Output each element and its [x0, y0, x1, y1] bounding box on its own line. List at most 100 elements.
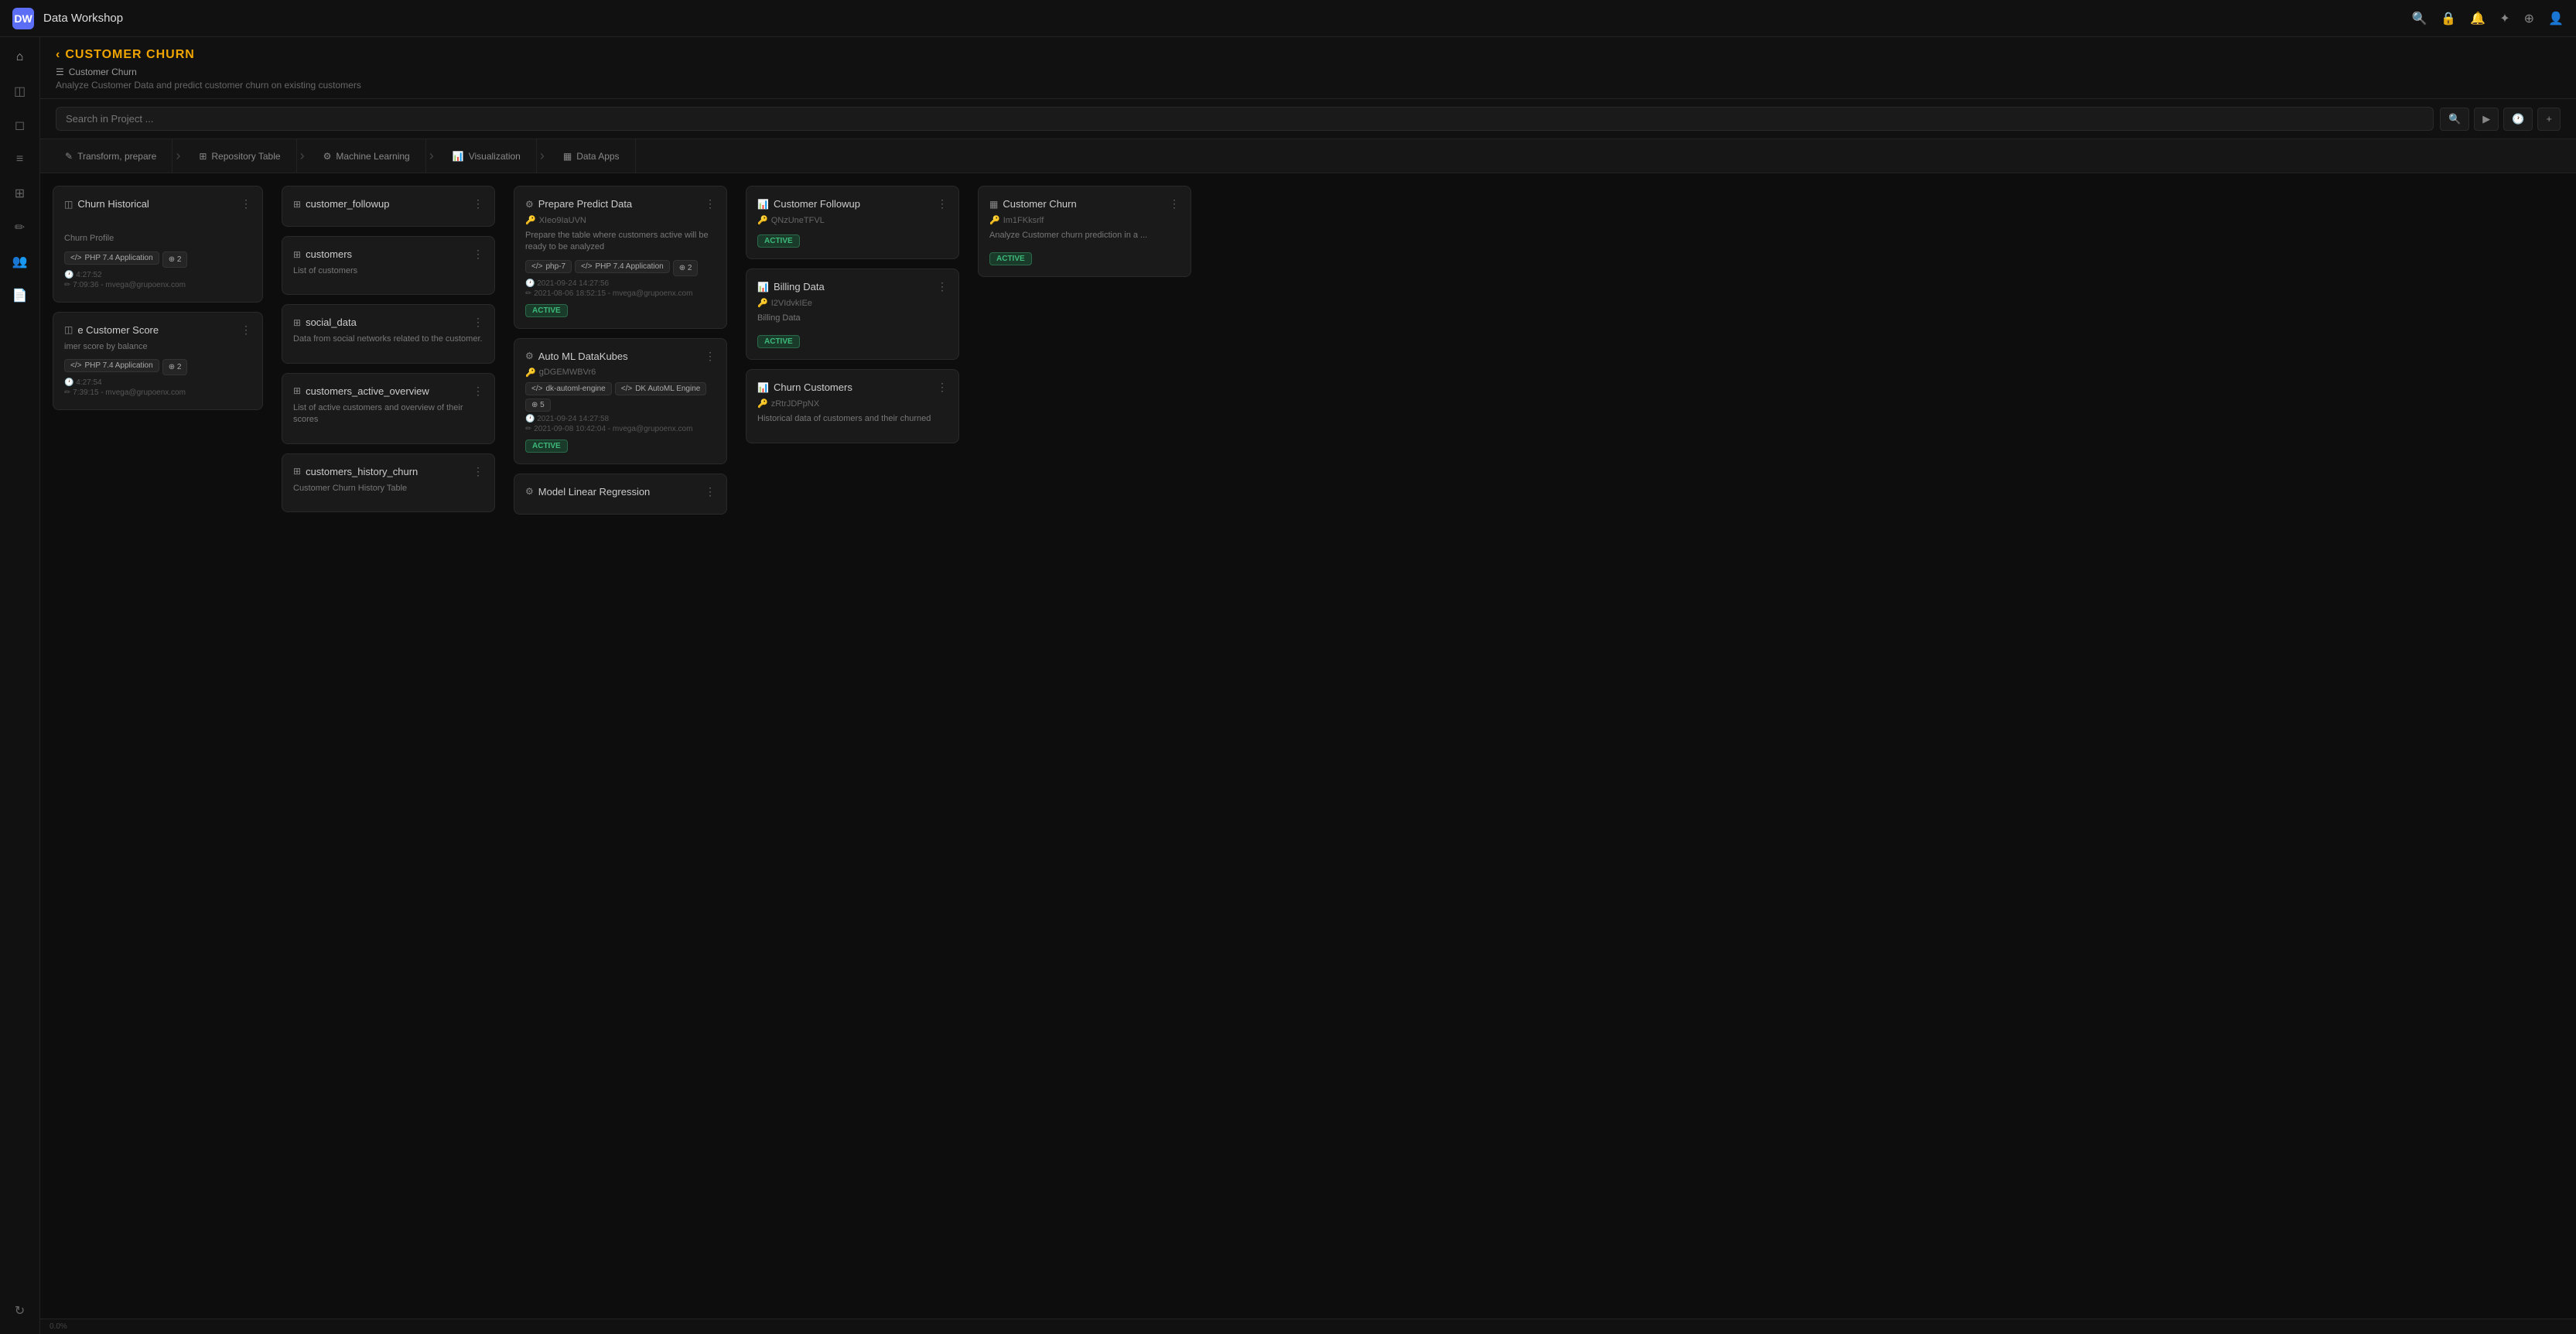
search-actions: 🔍 ▶ 🕐 +: [2440, 108, 2561, 131]
card-menu-automl[interactable]: ⋮: [705, 350, 716, 363]
navbar: DW Data Workshop 🔍 🔒 🔔 ✦ ⊕ 👤: [0, 0, 2576, 37]
integrations-icon[interactable]: ⊕: [2524, 11, 2534, 26]
search-icon[interactable]: 🔍: [2412, 11, 2427, 26]
sidebar-item-users[interactable]: 👥: [6, 248, 34, 275]
card-menu-active[interactable]: ⋮: [473, 385, 483, 398]
arrow-icon-2: ›: [300, 148, 305, 164]
app-logo[interactable]: DW: [12, 8, 34, 29]
project-description: Analyze Customer Data and predict custom…: [56, 80, 2561, 91]
card-menu-history[interactable]: ⋮: [473, 465, 483, 478]
code-icon-prepare2: </>: [581, 262, 592, 271]
card-automl[interactable]: ⚙ Auto ML DataKubes ⋮ 🔑 gDGEMWBVr6 </> d…: [514, 338, 727, 464]
vis-icon: 📊: [453, 151, 464, 162]
tab-dataapps[interactable]: ▦ Data Apps: [548, 139, 636, 173]
tab-visualization[interactable]: 📊 Visualization: [437, 139, 537, 173]
card-menu-followup[interactable]: ⋮: [473, 197, 483, 210]
card-prepare-predict[interactable]: ⚙ Prepare Predict Data ⋮ 🔑 XIeo9IaUVN Pr…: [514, 186, 727, 329]
card-social-data[interactable]: ⊞ social_data ⋮ Data from social network…: [282, 304, 495, 363]
code-icon: </>: [70, 254, 81, 262]
card-title-customers: customers: [306, 248, 352, 260]
key-icon-customer-churn-app: 🔑: [989, 215, 1000, 225]
main-layout: ⌂ ◫ ◻ ≡ ⊞ ✏ 👥 📄 ↻ ‹ CUSTOMER CHURN ☰ Cus…: [0, 37, 2576, 1334]
ml-icon-regression: ⚙: [525, 486, 534, 497]
card-title-churn-historical: Churn Historical: [77, 198, 149, 210]
card-linear-regression[interactable]: ⚙ Model Linear Regression ⋮: [514, 474, 727, 515]
card-menu-customer-score[interactable]: ⋮: [241, 323, 251, 337]
time2-historical: ✏ 7:09:36 - mvega@grupoenx.com: [64, 281, 251, 289]
card-id-churn-customers: 🔑 zRtrJDPpNX: [757, 398, 948, 409]
card-desc-social: Data from social networks related to the…: [293, 334, 483, 345]
card-desc-prepare: Prepare the table where customers active…: [525, 230, 716, 254]
table-icon-customers: ⊞: [293, 249, 301, 260]
card-churn-historical[interactable]: ◫ Churn Historical ⋮ Churn Profile </> P…: [53, 186, 263, 303]
run-button[interactable]: ▶: [2474, 108, 2499, 131]
sidebar-item-grid[interactable]: ⊞: [6, 180, 34, 207]
search-button[interactable]: 🔍: [2440, 108, 2469, 131]
sidebar-bottom: ↻: [6, 1297, 34, 1334]
card-billing-data[interactable]: 📊 Billing Data ⋮ 🔑 I2VIdvkIEe Billing Da…: [746, 269, 959, 360]
card-menu-billing[interactable]: ⋮: [937, 280, 948, 293]
table-icon-followup: ⊞: [293, 199, 301, 210]
card-desc-customers: List of customers: [293, 265, 483, 277]
content-area: ‹ CUSTOMER CHURN ☰ Customer Churn Analyz…: [40, 37, 2576, 1334]
card-menu-churn-historical[interactable]: ⋮: [241, 197, 251, 210]
search-bar: 🔍 ▶ 🕐 +: [40, 99, 2576, 139]
card-churn-customers[interactable]: 📊 Churn Customers ⋮ 🔑 zRtrJDPpNX Histori…: [746, 369, 959, 443]
card-customer-churn-app[interactable]: ▦ Customer Churn ⋮ 🔑 Im1FKksrlf Analyze …: [978, 186, 1191, 277]
tab-repository[interactable]: ⊞ Repository Table: [183, 139, 296, 173]
visualization-column: 📊 Customer Followup ⋮ 🔑 QNzUneTFVL ACTIV…: [736, 186, 969, 1322]
card-customer-followup[interactable]: ⊞ customer_followup ⋮: [282, 186, 495, 227]
card-menu-social[interactable]: ⋮: [473, 316, 483, 329]
apps-icon: ▦: [563, 151, 572, 162]
date1-prepare: 🕐 2021-09-24 14:27:56: [525, 279, 716, 288]
lock-icon[interactable]: 🔒: [2441, 11, 2456, 26]
key-icon-automl: 🔑: [525, 368, 536, 378]
count-automl: ⊕ 5: [525, 398, 551, 412]
card-menu-vis-followup[interactable]: ⋮: [937, 197, 948, 210]
tab-transform[interactable]: ✎ Transform, prepare: [50, 139, 173, 173]
card-customers[interactable]: ⊞ customers ⋮ List of customers: [282, 236, 495, 295]
ml-column: ⚙ Prepare Predict Data ⋮ 🔑 XIeo9IaUVN Pr…: [504, 186, 736, 1322]
search-input[interactable]: [56, 107, 2434, 131]
card-menu-regression[interactable]: ⋮: [705, 485, 716, 498]
tag-automl-engine: </> dk-automl-engine: [525, 382, 612, 395]
apps-icon-churn: ▦: [989, 199, 998, 210]
arrow-icon-3: ›: [429, 148, 434, 164]
time1-historical: 🕐 4:27:52: [64, 271, 251, 279]
sidebar-item-paint[interactable]: ✏: [6, 214, 34, 241]
card-customers-active[interactable]: ⊞ customers_active_overview ⋮ List of ac…: [282, 373, 495, 444]
sidebar-item-docs[interactable]: 📄: [6, 282, 34, 310]
sidebar-item-database[interactable]: ◻: [6, 111, 34, 139]
ml-icon: ⚙: [323, 151, 332, 162]
bell-icon[interactable]: 🔔: [2470, 11, 2485, 26]
tab-ml[interactable]: ⚙ Machine Learning: [308, 139, 426, 173]
date1-automl: 🕐 2021-09-24 14:27:58: [525, 415, 716, 423]
add-button[interactable]: +: [2537, 108, 2561, 131]
count-score: ⊕ 2: [162, 359, 188, 375]
card-id-vis-followup: 🔑 QNzUneTFVL: [757, 215, 948, 225]
card-customers-history[interactable]: ⊞ customers_history_churn ⋮ Customer Chu…: [282, 453, 495, 512]
card-table-icon: ◫: [64, 199, 73, 210]
card-vis-followup[interactable]: 📊 Customer Followup ⋮ 🔑 QNzUneTFVL ACTIV…: [746, 186, 959, 259]
card-menu-customers[interactable]: ⋮: [473, 248, 483, 261]
pipeline-tabs: ✎ Transform, prepare › ⊞ Repository Tabl…: [40, 139, 2576, 173]
arrow-icon-4: ›: [540, 148, 545, 164]
sidebar-item-analytics[interactable]: ◫: [6, 77, 34, 105]
user-icon[interactable]: 👤: [2548, 11, 2564, 26]
sidebar-item-refresh[interactable]: ↻: [6, 1297, 34, 1325]
project-header: ‹ CUSTOMER CHURN ☰ Customer Churn Analyz…: [40, 37, 2576, 99]
vis-icon-followup: 📊: [757, 199, 769, 210]
count-historical: ⊕ 2: [162, 251, 188, 268]
card-menu-customer-churn-app[interactable]: ⋮: [1169, 197, 1180, 210]
card-menu-churn-customers[interactable]: ⋮: [937, 381, 948, 394]
card-id-billing: 🔑 I2VIdvkIEe: [757, 298, 948, 308]
card-id-prepare: 🔑 XIeo9IaUVN: [525, 215, 716, 225]
date2-prepare: ✏ 2021-08-06 18:52:15 - mvega@grupoenx.c…: [525, 289, 716, 298]
settings-icon[interactable]: ✦: [2499, 11, 2509, 26]
history-button[interactable]: 🕐: [2503, 108, 2533, 131]
sidebar-item-lists[interactable]: ≡: [6, 145, 34, 173]
card-customer-score[interactable]: ◫ e Customer Score ⋮ imer score by balan…: [53, 312, 263, 410]
card-menu-prepare[interactable]: ⋮: [705, 197, 716, 210]
tag-php7-prepare: </> php-7: [525, 260, 572, 273]
sidebar-item-home[interactable]: ⌂: [6, 43, 34, 71]
